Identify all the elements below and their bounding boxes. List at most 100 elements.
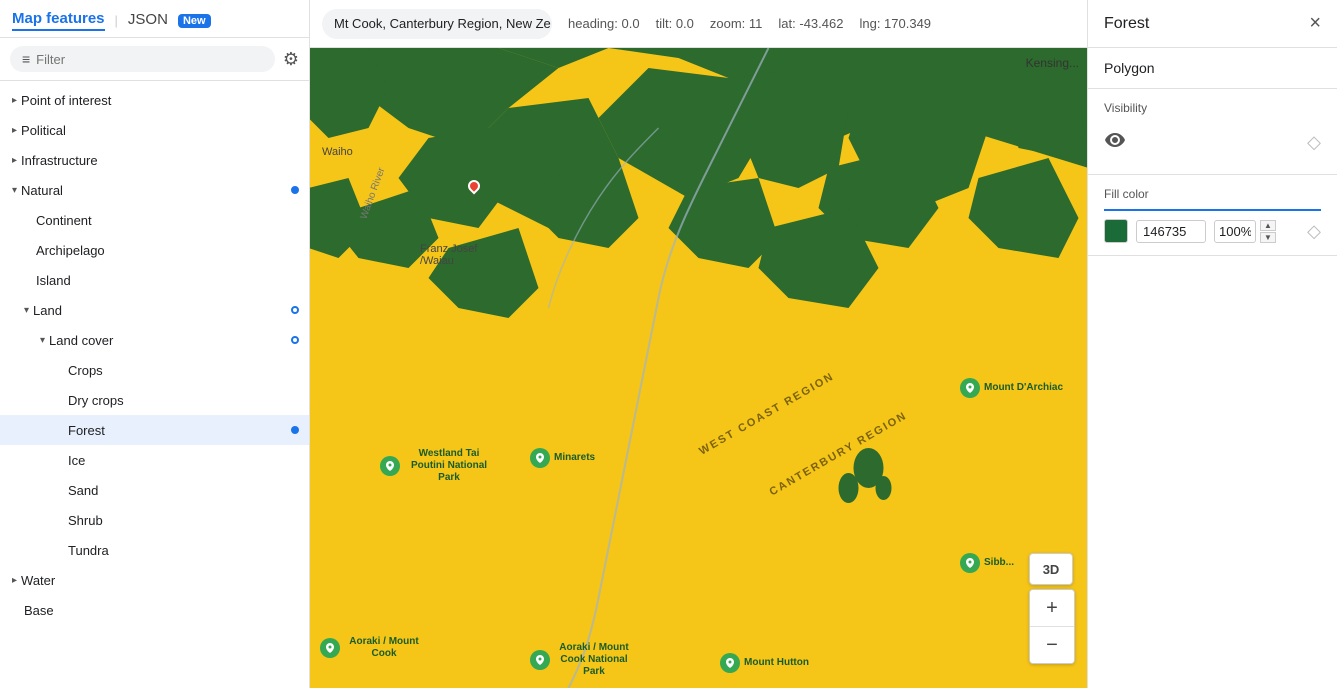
sidebar-item-label: Water [21,573,299,588]
sidebar-item-land-cover[interactable]: ▾Land cover [0,325,309,355]
sidebar-item-crops[interactable]: Crops [0,355,309,385]
filter-bar: ≡ ⚙ [0,38,309,81]
sidebar-item-forest[interactable]: Forest [0,415,309,445]
sidebar-item-dry-crops[interactable]: Dry crops [0,385,309,415]
right-panel-title: Forest [1104,15,1149,33]
sidebar-item-label: Crops [68,363,299,378]
aoraki-np-marker: Aoraki / Mount Cook National Park [530,642,634,678]
sidebar-item-sand[interactable]: Sand [0,475,309,505]
sidebar-item-label: Land cover [49,333,287,348]
sidebar-item-water[interactable]: ▸ Water [0,565,309,595]
tabs: Map features | JSON New [12,10,211,31]
caret-icon: ▾ [24,305,29,316]
dot-outline-indicator [291,306,299,314]
map-topbar: Mt Cook, Canterbury Region, New Ze ✕ hea… [310,0,1087,48]
sidebar-item-label: Continent [36,213,299,228]
sidebar-item-tundra[interactable]: Tundra [0,535,309,565]
sidebar-item-ice[interactable]: Ice [0,445,309,475]
sidebar-item-archipelago[interactable]: Archipelago [0,235,309,265]
tree: ▸ Point of interest ▸Political▸Infrastruct… [0,81,309,688]
filter-icon: ≡ [22,51,30,67]
sidebar-item-label: Base [24,603,299,618]
sidebar-item-label: Land [33,303,287,318]
sidebar-item-island[interactable]: Island [0,265,309,295]
tab-map-features[interactable]: Map features [12,10,105,31]
sidebar-item-point-of-interest[interactable]: ▸ Point of interest [0,85,309,115]
sidebar-item-infrastructure[interactable]: ▸Infrastructure [0,145,309,175]
visibility-row: ◇ [1104,123,1321,162]
location-text: Mt Cook, Canterbury Region, New Ze [334,16,551,31]
map-container: Mt Cook, Canterbury Region, New Ze ✕ hea… [310,0,1087,688]
sidebar: Map features | JSON New ≡ ⚙ ▸ Point of in… [0,0,310,688]
map-info: heading: 0.0 tilt: 0.0 zoom: 11 lat: -43… [568,16,931,31]
sidebar-item-label: Point of interest [21,93,299,108]
sidebar-item-label: Island [36,273,299,288]
dot-indicator [291,426,299,434]
caret-icon: ▸ [12,575,17,586]
new-badge: New [178,14,211,28]
settings-icon[interactable]: ⚙ [283,49,299,70]
eye-icon[interactable] [1104,131,1126,154]
sidebar-item-label: Natural [21,183,287,198]
3d-button[interactable]: 3D [1029,553,1073,585]
map-controls: 3D + − [1029,553,1075,664]
sidebar-item-political[interactable]: ▸Political [0,115,309,145]
filter-wrapper[interactable]: ≡ [10,46,275,72]
heading-label: heading: 0.0 [568,16,640,31]
lng-label: lng: 170.349 [859,16,931,31]
location-chip[interactable]: Mt Cook, Canterbury Region, New Ze ✕ [322,9,552,39]
tilt-label: tilt: 0.0 [656,16,694,31]
sibbe-marker: Sibb... [960,553,1014,573]
mount-hutton-marker: Mount Hutton [720,653,809,673]
sidebar-item-continent[interactable]: Continent [0,205,309,235]
sidebar-item-base[interactable]: Base [0,595,309,625]
dot-indicator [291,186,299,194]
aoraki-marker: Aoraki / Mount Cook [320,636,424,660]
fill-color-accent-line [1104,209,1321,211]
zoom-label: zoom: 11 [710,16,763,31]
westland-marker: Westland Tai Poutini National Park [380,448,494,484]
kensing-label: Kensing... [1026,56,1079,70]
caret-icon: ▸ [12,125,17,136]
color-hex-input[interactable] [1136,220,1206,243]
sidebar-item-shrub[interactable]: Shrub [0,505,309,535]
caret-icon: ▾ [12,185,17,196]
opacity-input[interactable] [1214,220,1256,243]
sidebar-item-label: Tundra [68,543,299,558]
sidebar-item-label: Dry crops [68,393,299,408]
right-panel-header: Forest × [1088,0,1337,48]
visibility-diamond-icon[interactable]: ◇ [1307,132,1321,153]
tab-json[interactable]: JSON [128,11,168,30]
dot-outline-indicator [291,336,299,344]
sidebar-item-label: Forest [68,423,287,438]
right-panel-close-button[interactable]: × [1309,12,1321,35]
visibility-label: Visibility [1104,101,1321,115]
map-canvas[interactable]: Waiho Waiho River Franz Josef/Waiau WEST… [310,48,1087,688]
fill-color-diamond-icon[interactable]: ◇ [1307,221,1321,242]
sidebar-header: Map features | JSON New [0,0,309,38]
zoom-control: + − [1029,589,1075,664]
opacity-down-button[interactable]: ▼ [1260,232,1276,243]
fill-color-section: Fill color ▲ ▼ ◇ [1088,175,1337,256]
right-panel: Forest × Polygon Visibility ◇ Fill color… [1087,0,1337,688]
zoom-out-button[interactable]: − [1030,627,1074,663]
sidebar-item-natural[interactable]: ▾ Natural [0,175,309,205]
minarets-marker: Minarets [530,448,595,468]
mount-darchiac-marker: Mount D'Archiac [960,378,1063,398]
sidebar-item-label: Sand [68,483,299,498]
caret-icon: ▸ [12,95,17,106]
sidebar-item-label: Shrub [68,513,299,528]
filter-input[interactable] [36,52,263,67]
sidebar-item-land[interactable]: ▾ Land [0,295,309,325]
opacity-row: ▲ ▼ [1214,220,1299,243]
sidebar-item-label: Archipelago [36,243,299,258]
fill-color-label: Fill color [1104,187,1321,201]
opacity-up-button[interactable]: ▲ [1260,220,1276,231]
caret-icon: ▸ [12,155,17,166]
color-swatch[interactable] [1104,219,1128,243]
franz-josef-label: Franz Josef/Waiau [420,243,477,267]
visibility-section: Visibility ◇ [1088,89,1337,175]
waiho-label: Waiho [322,146,353,158]
polygon-section: Polygon [1088,48,1337,89]
zoom-in-button[interactable]: + [1030,590,1074,626]
